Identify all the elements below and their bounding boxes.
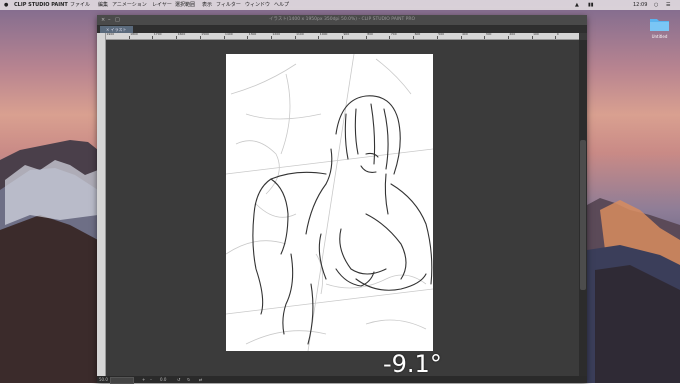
ruler-label: 600: [414, 33, 421, 36]
ruler-tick: [270, 36, 272, 39]
ruler-tick: [531, 36, 533, 39]
document-tab-bar: × イラスト: [97, 26, 587, 33]
app-name-menu[interactable]: CLIP STUDIO PAINT: [14, 2, 68, 8]
menu-selection[interactable]: 選択範囲: [175, 2, 195, 8]
ruler-label: 900: [343, 33, 350, 36]
menu-edit[interactable]: 編集: [98, 2, 108, 8]
clock[interactable]: 12:09: [633, 2, 647, 8]
ruler-horizontal: 1900 1800 1700 1600 1500 1400 1300 1200 1100 1000…: [105, 33, 579, 40]
title-bar[interactable]: × – □ イラスト(1400 x 1950px 350dpi 50.0%) -…: [97, 15, 587, 26]
minimize-icon[interactable]: –: [108, 17, 111, 23]
folder-icon[interactable]: [649, 16, 670, 32]
ruler-tick: [128, 36, 130, 39]
ruler-vertical: [97, 33, 106, 376]
ruler-label: 1600: [177, 33, 186, 36]
ruler-tick: [247, 36, 249, 39]
menu-filter[interactable]: フィルター: [216, 2, 241, 8]
ruler-tick: [436, 36, 438, 39]
ruler-tick: [365, 36, 367, 39]
ruler-tick: [460, 36, 462, 39]
ruler-label: 1200: [272, 33, 281, 36]
menu-bar: ● CLIP STUDIO PAINT ファイル 編集 アニメーション レイヤー…: [0, 0, 680, 10]
ruler-tick: [223, 36, 225, 39]
ruler-label: 1300: [248, 33, 257, 36]
rotation-value: 0.0: [160, 377, 167, 382]
document-tab-label: イラスト: [110, 27, 127, 32]
ruler-tick: [152, 36, 154, 39]
spotlight-icon[interactable]: ○: [654, 2, 658, 8]
ruler-tick: [555, 36, 557, 39]
ruler-label: 400: [462, 33, 468, 36]
ruler-label: 0: [556, 33, 559, 36]
zoom-label: 50.0: [99, 377, 108, 382]
ruler-label: 300: [485, 33, 492, 36]
zoom-out-icon[interactable]: –: [150, 377, 152, 382]
wifi-icon[interactable]: ▲: [575, 2, 579, 8]
ruler-tick: [507, 36, 509, 39]
window-title: イラスト(1400 x 1950px 350dpi 50.0%) - CLIP …: [268, 17, 416, 22]
rotate-left-icon[interactable]: ↺: [177, 377, 180, 382]
drawing-canvas[interactable]: [226, 54, 433, 351]
zoom-in-icon[interactable]: +: [142, 377, 145, 382]
menu-file[interactable]: ファイル: [70, 2, 90, 8]
ruler-label: 200: [509, 33, 516, 36]
ruler-label: 700: [390, 33, 397, 36]
notification-icon[interactable]: ☰: [666, 2, 670, 8]
scrollbar-thumb[interactable]: [580, 140, 586, 290]
menu-window[interactable]: ウィンドウ: [245, 2, 270, 8]
ruler-label: 1000: [319, 33, 328, 36]
ruler-label: 1400: [225, 33, 233, 36]
menu-layer[interactable]: レイヤー: [152, 2, 172, 8]
ruler-tick: [413, 36, 415, 39]
document-tab[interactable]: × イラスト: [100, 26, 133, 33]
ruler-label: 1900: [106, 33, 115, 36]
ruler-label: 800: [367, 33, 373, 36]
battery-icon[interactable]: ▮▮: [588, 2, 594, 8]
flip-icon[interactable]: ⇄: [199, 377, 202, 382]
ruler-tick: [389, 36, 391, 39]
ruler-tick: [318, 36, 320, 39]
close-icon[interactable]: ×: [101, 17, 105, 23]
folder-label: Untitled: [651, 34, 668, 39]
apple-icon[interactable]: ●: [4, 2, 8, 8]
ruler-label: 1800: [130, 33, 138, 36]
ruler-tick: [176, 36, 178, 39]
sketch-drawing: [226, 54, 433, 351]
vertical-scrollbar[interactable]: [579, 40, 587, 376]
ruler-label: 500: [438, 33, 445, 36]
status-bar: 50.0 + – 0.0 ↺ ↻ ⇄: [97, 376, 587, 384]
ruler-label: 1100: [296, 33, 304, 36]
ruler-label: 1500: [201, 33, 209, 36]
ruler-tick: [342, 36, 343, 39]
rotate-right-icon[interactable]: ↻: [187, 377, 190, 382]
ruler-label: 1700: [153, 33, 162, 36]
menu-help[interactable]: ヘルプ: [274, 2, 289, 8]
rotation-angle-overlay: -9.1°: [383, 350, 442, 378]
ruler-tick: [484, 36, 486, 39]
menu-animation[interactable]: アニメーション: [112, 2, 147, 8]
ruler-label: 100: [533, 33, 539, 36]
ruler-tick: [199, 36, 201, 39]
menu-view[interactable]: 表示: [202, 2, 212, 8]
maximize-icon[interactable]: □: [115, 17, 120, 23]
ruler-tick: [294, 36, 296, 39]
